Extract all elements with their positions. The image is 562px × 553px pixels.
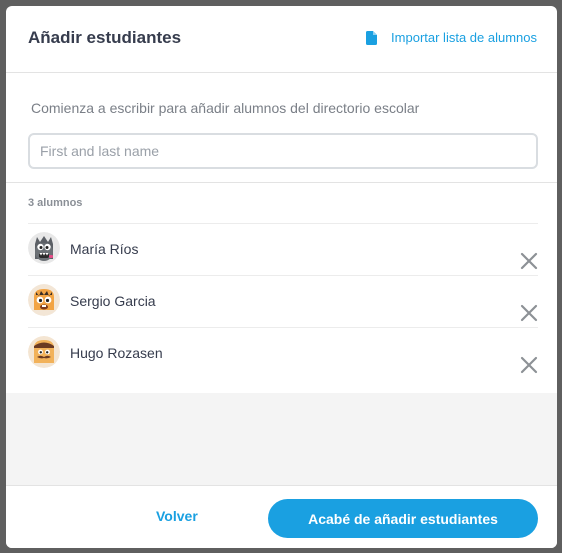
gray-monster-avatar xyxy=(28,232,60,264)
remove-icon[interactable] xyxy=(520,356,538,374)
import-list-link[interactable]: Importar lista de alumnos xyxy=(366,30,537,45)
student-row: María Ríos xyxy=(28,223,538,275)
mustache-monster-avatar xyxy=(28,336,60,368)
student-name: Sergio Garcia xyxy=(70,293,156,309)
search-section: Comienza a escribir para añadir alumnos … xyxy=(6,73,557,183)
student-list: María Ríos Sergio Garcia Hugo Rozasen xyxy=(28,223,538,379)
modal-title: Añadir estudiantes xyxy=(28,28,182,47)
student-name: Hugo Rozasen xyxy=(70,345,163,361)
search-instruction: Comienza a escribir para añadir alumnos … xyxy=(31,100,420,116)
student-search-input[interactable] xyxy=(28,133,538,169)
orange-monster-avatar xyxy=(28,284,60,316)
remove-icon[interactable] xyxy=(520,304,538,322)
import-list-label: Importar lista de alumnos xyxy=(391,30,537,45)
student-row: Sergio Garcia xyxy=(28,275,538,327)
back-button[interactable]: Volver xyxy=(156,508,198,524)
remove-icon[interactable] xyxy=(520,252,538,270)
modal-footer: Volver Acabé de añadir estudiantes xyxy=(6,485,557,548)
modal-header: Añadir estudiantes Importar lista de alu… xyxy=(6,6,557,73)
add-students-modal: Añadir estudiantes Importar lista de alu… xyxy=(6,6,557,548)
document-icon xyxy=(366,30,378,45)
student-row: Hugo Rozasen xyxy=(28,327,538,379)
empty-list-area xyxy=(6,393,557,485)
student-count: 3 alumnos xyxy=(28,197,83,209)
done-adding-button[interactable]: Acabé de añadir estudiantes xyxy=(268,499,538,538)
student-name: María Ríos xyxy=(70,241,139,257)
student-list-section: 3 alumnos María Ríos Sergio Garcia Hugo … xyxy=(6,183,557,393)
